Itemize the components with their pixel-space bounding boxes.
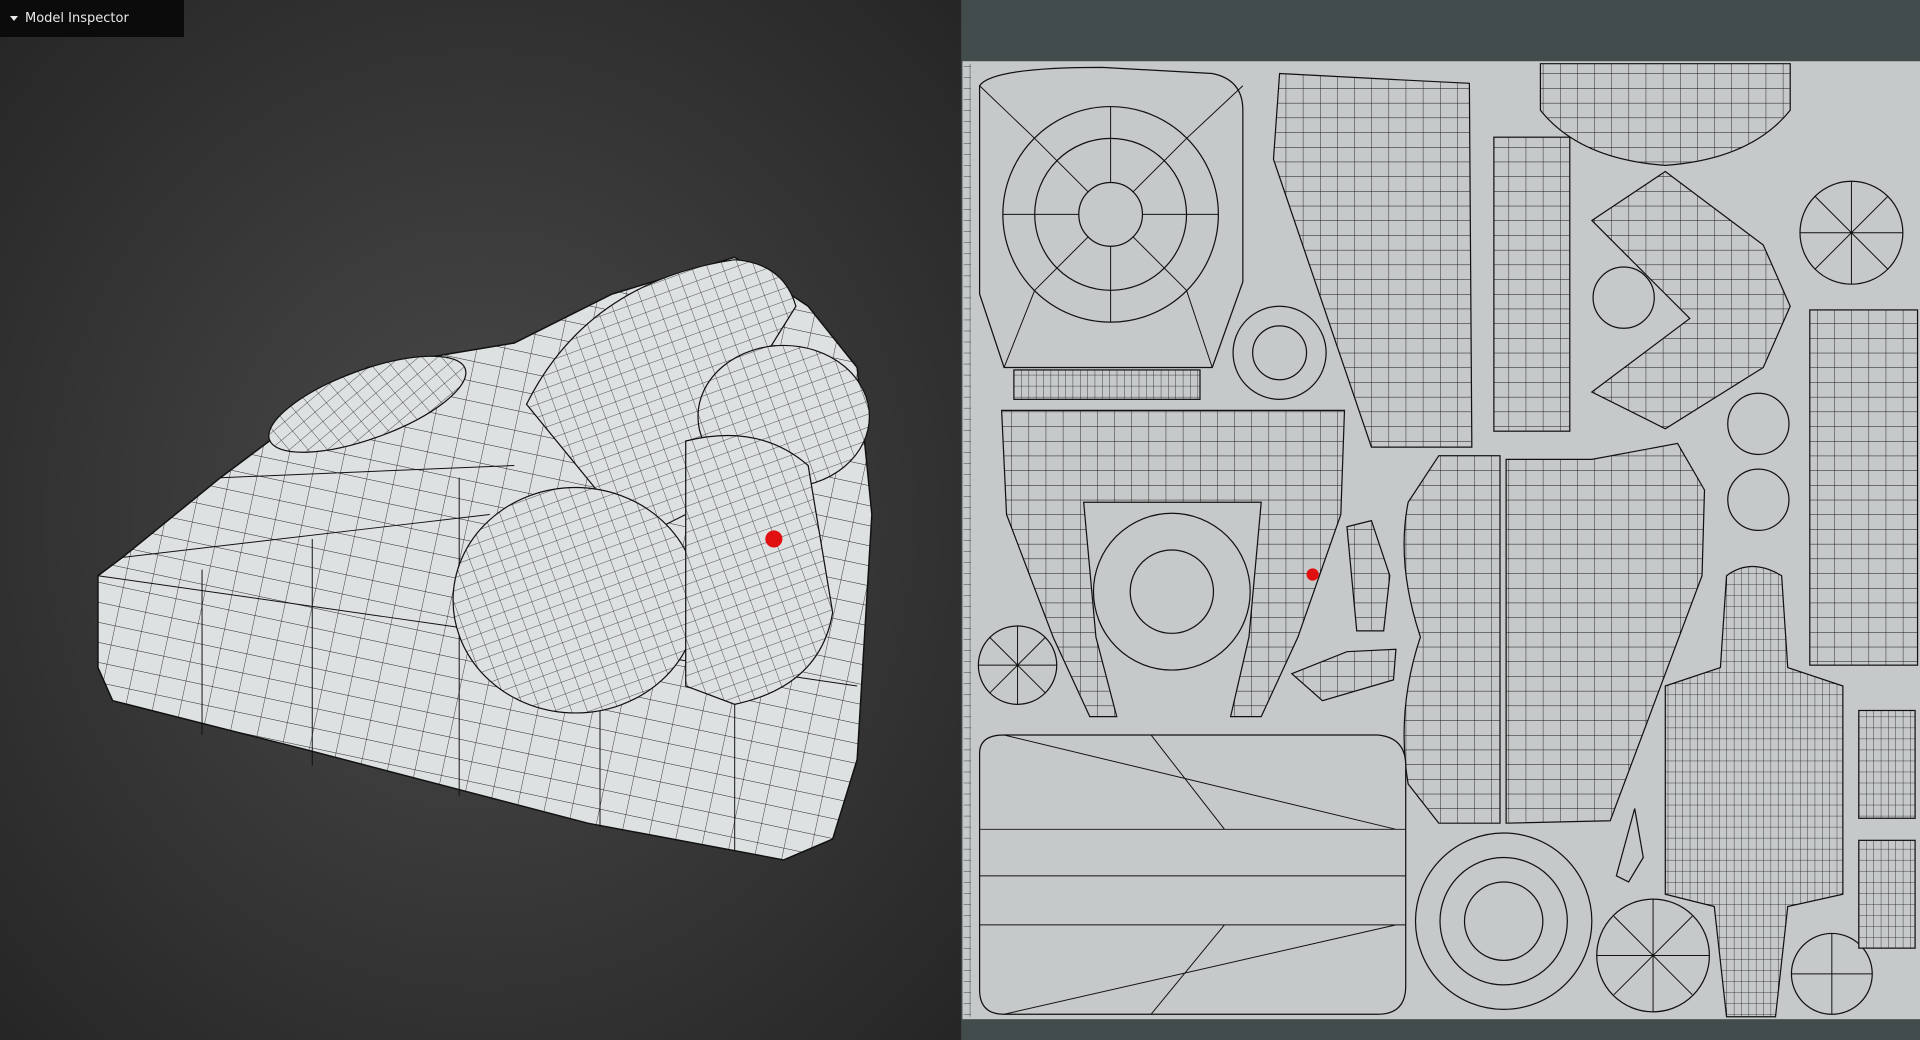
scene [0,0,1920,1040]
marker-dot-3d [765,530,783,548]
uv-viewport[interactable] [961,0,1920,1040]
3d-viewport[interactable] [0,0,962,1040]
marker-dot-uv [1306,568,1319,581]
caret-down-icon[interactable] [10,16,18,21]
panel-title: Model Inspector [25,11,129,26]
model-inspector-panel-header[interactable]: Model Inspector [0,0,184,37]
